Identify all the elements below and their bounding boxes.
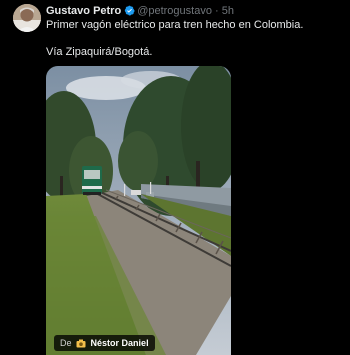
avatar[interactable] — [13, 4, 41, 32]
author-name[interactable]: Gustavo Petro — [46, 5, 121, 17]
timestamp[interactable]: 5h — [222, 5, 234, 17]
tweet-media[interactable]: De Néstor Daniel — [46, 66, 231, 355]
author-handle[interactable]: @petrogustavo — [137, 5, 212, 17]
tweet-text-line-1: Primer vagón eléctrico para tren hecho e… — [46, 19, 304, 31]
camera-icon — [76, 339, 86, 348]
media-credit-badge[interactable]: De Néstor Daniel — [54, 335, 155, 351]
tweet[interactable]: Gustavo Petro @petrogustavo · 5h Primer v… — [0, 0, 350, 355]
credit-author[interactable]: Néstor Daniel — [91, 338, 149, 348]
tweet-text-line-2: Vía Zipaquirá/Bogotá. — [46, 46, 153, 58]
video-frame — [46, 66, 231, 355]
avatar-image — [13, 4, 41, 32]
credit-prefix: De — [60, 338, 72, 348]
separator-dot: · — [215, 5, 219, 17]
